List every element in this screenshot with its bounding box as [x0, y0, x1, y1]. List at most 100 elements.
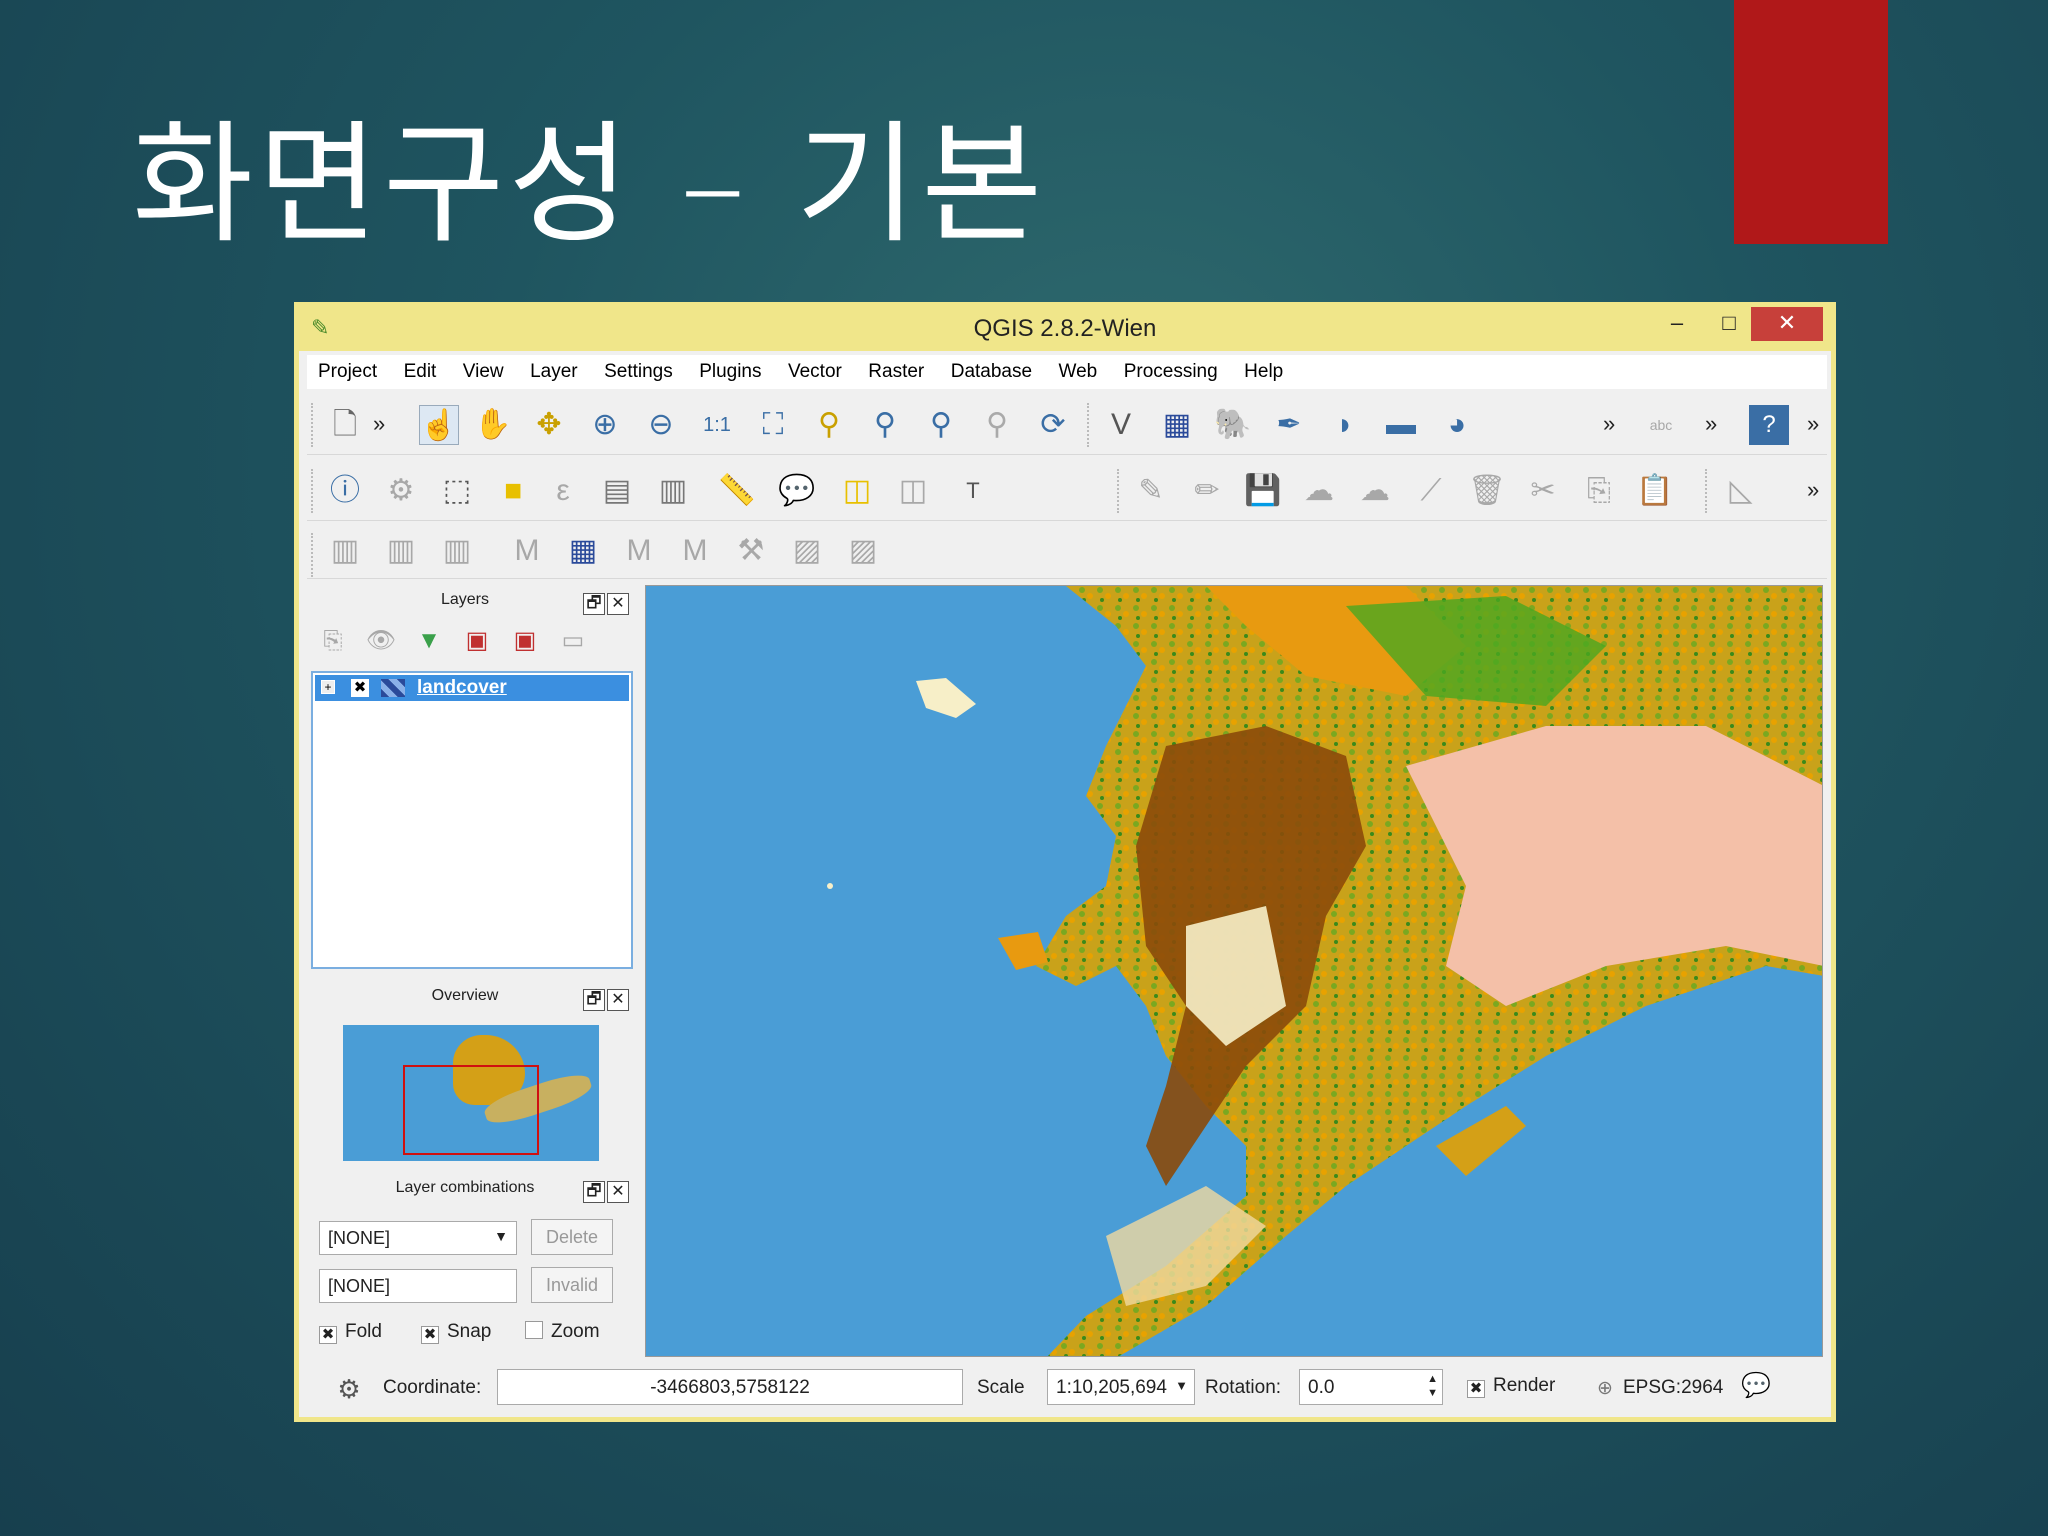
help-icon[interactable]: ?	[1749, 405, 1789, 445]
text-annotation-icon[interactable]: T	[953, 471, 993, 511]
mouse-coordinate-icon[interactable]: ⚙	[329, 1369, 369, 1409]
deselect-features-icon[interactable]: ■	[493, 471, 533, 511]
eye-icon[interactable]: 👁	[361, 621, 401, 661]
close-icon[interactable]: ✕	[607, 989, 629, 1011]
statistics-icon[interactable]: ▥	[653, 471, 693, 511]
overview-extent-frame[interactable]	[403, 1065, 539, 1155]
expand-all-icon[interactable]: ▣	[457, 621, 497, 661]
more-chevron-icon[interactable]: »	[1603, 411, 1615, 437]
menu-help[interactable]: Help	[1233, 355, 1294, 383]
combination-name-input[interactable]: [NONE]	[319, 1269, 517, 1303]
paste-features-icon[interactable]: 📋	[1635, 471, 1675, 511]
maximize-button[interactable]: □	[1703, 307, 1755, 341]
toolbar-grip[interactable]	[311, 533, 315, 577]
more-chevron-icon[interactable]: »	[1705, 411, 1717, 437]
menu-edit[interactable]: Edit	[393, 355, 448, 383]
add-layer-group-icon[interactable]: ▥	[325, 531, 365, 571]
zoom-last-icon[interactable]: ⚲	[921, 405, 961, 445]
new-layer-icon[interactable]: ▥	[381, 531, 421, 571]
add-postgis-layer-icon[interactable]: 🐘	[1213, 405, 1253, 445]
vector-add-icon[interactable]: M	[507, 531, 547, 571]
fold-checkbox[interactable]: ✖ Fold	[319, 1321, 382, 1344]
layer-visibility-checkbox[interactable]: ✖	[351, 679, 369, 697]
label-tool-icon[interactable]: abc	[1641, 405, 1681, 445]
zoom-out-icon[interactable]: ⊖	[641, 405, 681, 445]
toolbar-grip[interactable]	[1705, 469, 1709, 513]
minimize-button[interactable]: –	[1651, 307, 1703, 341]
coordinate-field[interactable]: -3466803,5758122	[497, 1369, 963, 1405]
crs-icon[interactable]: ⊕	[1597, 1377, 1613, 1400]
move-feature-icon[interactable]: ☁	[1355, 471, 1395, 511]
identify-features-icon[interactable]: ⓘ	[325, 471, 365, 511]
menu-processing[interactable]: Processing	[1113, 355, 1229, 383]
menu-layer[interactable]: Layer	[519, 355, 589, 383]
zoom-to-layer-icon[interactable]: ⚲	[865, 405, 905, 445]
map-tips-icon[interactable]: 💬	[777, 471, 817, 511]
layer-row-landcover[interactable]: + ✖ landcover	[315, 675, 629, 701]
float-icon[interactable]: 🗗	[583, 1181, 605, 1203]
select-features-icon[interactable]: ⬚	[437, 471, 477, 511]
add-raster-layer-icon[interactable]: ▦	[1157, 405, 1197, 445]
action-icon[interactable]: ⚙	[381, 471, 421, 511]
zoom-next-icon[interactable]: ⚲	[977, 405, 1017, 445]
float-icon[interactable]: 🗗	[583, 593, 605, 615]
frame-edit-icon[interactable]: ▨	[843, 531, 883, 571]
tools-icon[interactable]: ⚒	[731, 531, 771, 571]
menu-raster[interactable]: Raster	[857, 355, 935, 383]
menu-web[interactable]: Web	[1048, 355, 1109, 383]
invalid-button[interactable]: Invalid	[531, 1267, 613, 1303]
show-bookmarks-icon[interactable]: ◫	[893, 471, 933, 511]
zoom-to-selection-icon[interactable]: ⚲	[809, 405, 849, 445]
toolbar-grip[interactable]	[311, 403, 315, 447]
expand-icon[interactable]: +	[321, 680, 335, 694]
rotation-spinbox[interactable]: 0.0 ▲ ▼	[1299, 1369, 1443, 1405]
toggle-editing-icon[interactable]: ✏	[1187, 471, 1227, 511]
toolbar-grip[interactable]	[311, 469, 315, 513]
attribute-table-icon[interactable]: ▤	[597, 471, 637, 511]
touch-zoom-pan-icon[interactable]: ☝	[419, 405, 459, 445]
save-edits-icon[interactable]: 💾	[1243, 471, 1283, 511]
collapse-all-icon[interactable]: ▣	[505, 621, 545, 661]
menu-database[interactable]: Database	[940, 355, 1043, 383]
digitize-icon[interactable]: ◺	[1721, 471, 1761, 511]
add-wcs-layer-icon[interactable]: ◕	[1437, 405, 1477, 445]
close-icon[interactable]: ✕	[607, 593, 629, 615]
zoom-full-icon[interactable]: ⛶	[753, 405, 793, 445]
spinner-arrows-icon[interactable]: ▲ ▼	[1427, 1372, 1438, 1400]
filter-icon[interactable]: ▼	[409, 621, 449, 661]
delete-button[interactable]: Delete	[531, 1219, 613, 1255]
add-mssql-layer-icon[interactable]: ◗	[1325, 405, 1365, 445]
remove-layer-icon[interactable]: ▭	[553, 621, 593, 661]
close-icon[interactable]: ✕	[607, 1181, 629, 1203]
new-bookmark-icon[interactable]: ◫	[837, 471, 877, 511]
render-checkbox[interactable]: ✖ Render	[1467, 1375, 1555, 1398]
copy-features-icon[interactable]: ⎘	[1579, 471, 1619, 511]
float-icon[interactable]: 🗗	[583, 989, 605, 1011]
open-layer-styling-icon[interactable]: ⎘	[313, 621, 353, 661]
delete-selected-icon[interactable]: 🗑	[1467, 471, 1507, 511]
cut-features-icon[interactable]: ✂	[1523, 471, 1563, 511]
messages-icon[interactable]: 💬	[1741, 1371, 1771, 1400]
toolbar-grip[interactable]	[1087, 403, 1091, 447]
scale-select[interactable]: 1:10,205,694 ▼	[1047, 1369, 1195, 1405]
refresh-icon[interactable]: ⟳	[1033, 405, 1073, 445]
zoom-checkbox[interactable]: Zoom	[525, 1321, 600, 1343]
vector-edit-icon[interactable]: M	[619, 531, 659, 571]
raster-add-icon[interactable]: ▦	[563, 531, 603, 571]
zoom-native-icon[interactable]: 1:1	[697, 405, 737, 445]
menu-plugins[interactable]: Plugins	[688, 355, 772, 383]
menu-view[interactable]: View	[452, 355, 515, 383]
close-button[interactable]: ✕	[1751, 307, 1823, 341]
more-chevron-icon[interactable]: »	[1807, 477, 1819, 503]
combination-select[interactable]: [NONE] ▼	[319, 1221, 517, 1255]
menu-vector[interactable]: Vector	[777, 355, 853, 383]
new-project-icon[interactable]: 🗋	[325, 405, 365, 445]
crs-label[interactable]: EPSG:2964	[1623, 1377, 1723, 1399]
more-chevron-icon[interactable]: »	[373, 411, 385, 437]
vector-copy-icon[interactable]: M	[675, 531, 715, 571]
map-canvas[interactable]	[645, 585, 1823, 1357]
zoom-in-icon[interactable]: ⊕	[585, 405, 625, 445]
add-feature-icon[interactable]: ☁	[1299, 471, 1339, 511]
menu-project[interactable]: Project	[307, 355, 388, 383]
frame-icon[interactable]: ▨	[787, 531, 827, 571]
